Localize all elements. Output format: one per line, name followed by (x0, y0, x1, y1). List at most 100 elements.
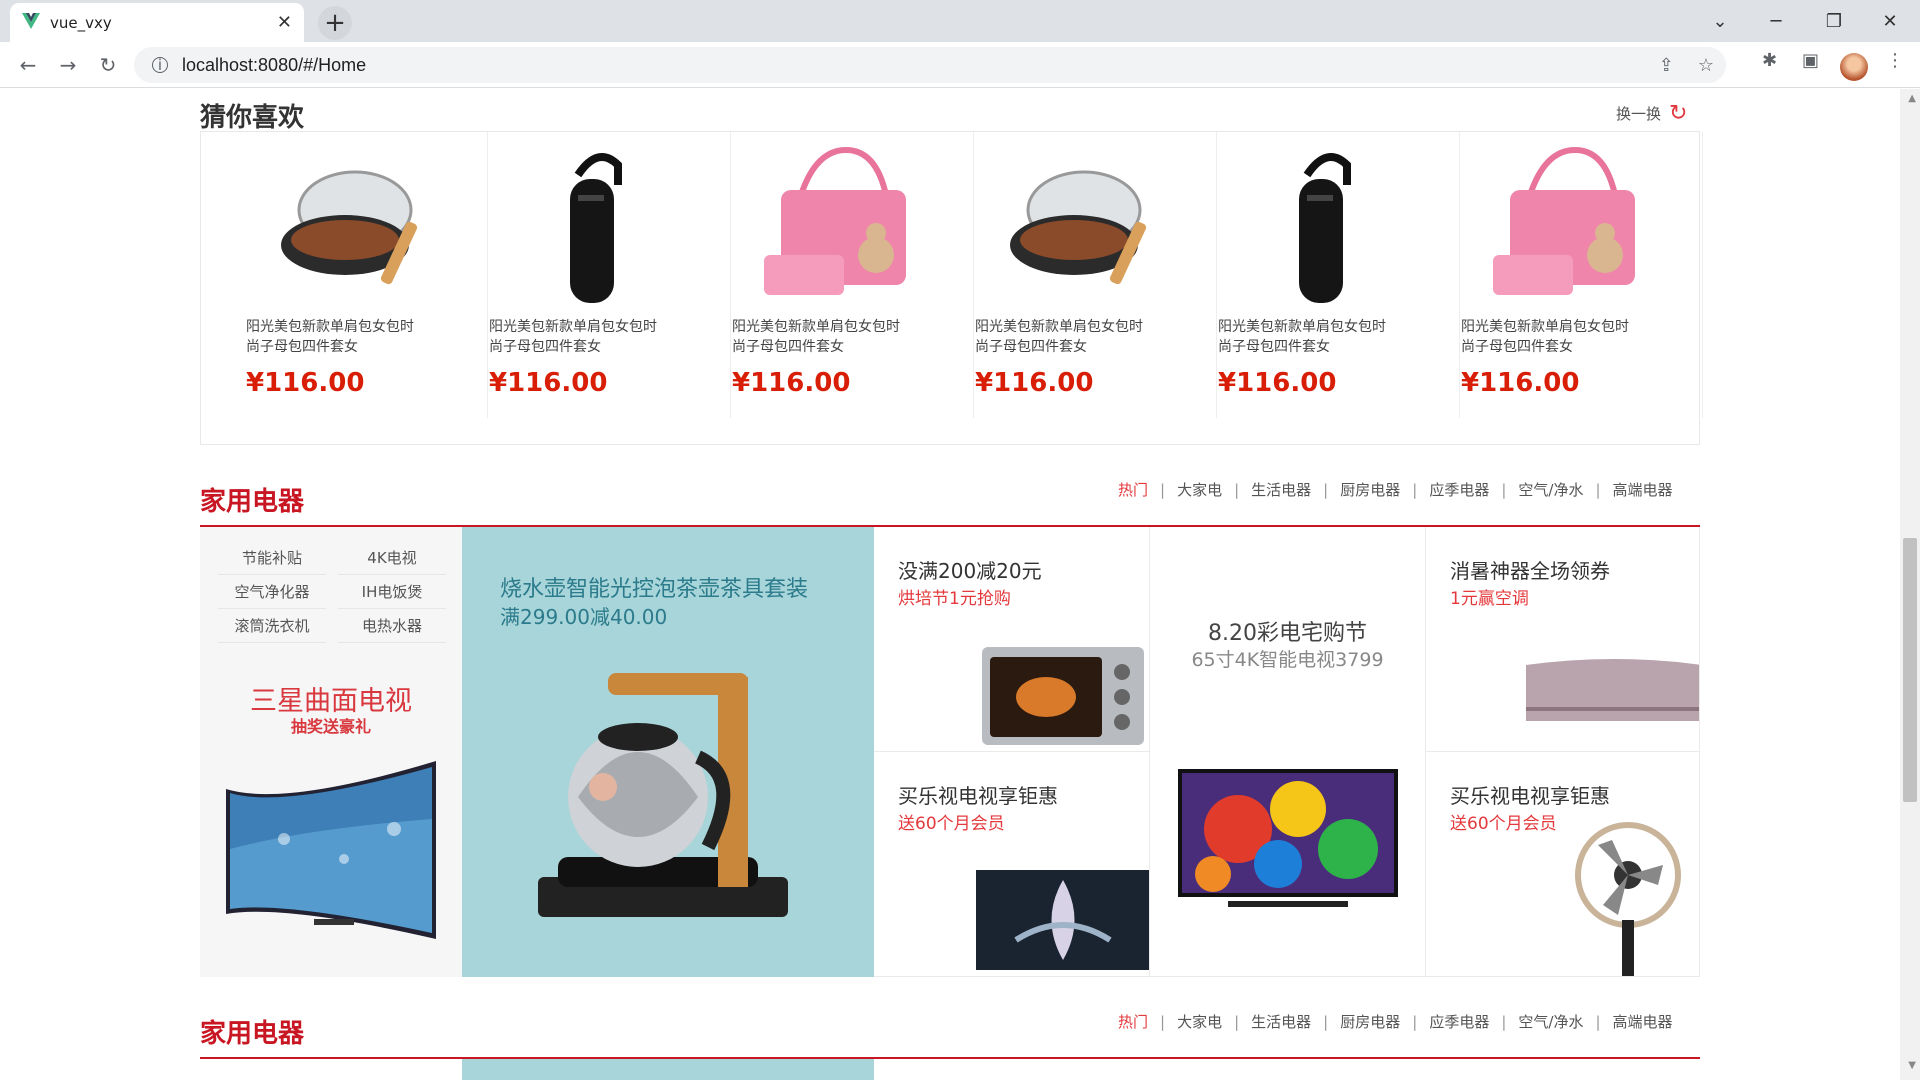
section-tab[interactable]: 热门 (1118, 479, 1148, 500)
section2-title: 家用电器 (200, 1019, 305, 1049)
guess-box: 阳光美包新款单肩包女包时尚子母包四件套女 ¥116.00 阳光美包新款单肩包女包时尚… (200, 131, 1703, 445)
tab-separator: | (1595, 1012, 1601, 1031)
cell-title: 消暑神器全场领券 (1450, 559, 1610, 583)
pink-handbag-icon (1485, 142, 1655, 307)
section-tabs: 热门 | 大家电 | 生活电器 | 厨房电器 | 应季电器 | 空气/净水 | 高端电器 (1118, 479, 1673, 500)
section2-grid-top (200, 1059, 1700, 1080)
bookmark-star-icon[interactable]: ☆ (1698, 55, 1714, 76)
url-text: localhost:8080/#/Home (182, 54, 367, 75)
restore-icon[interactable]: ❐ (1806, 0, 1862, 42)
section-tab[interactable]: 应季电器 (1429, 1011, 1489, 1032)
cell-sub: 烘培节1元抢购 (898, 589, 1011, 609)
section-tab[interactable]: 厨房电器 (1340, 1011, 1400, 1032)
section-tab[interactable]: 空气/净水 (1518, 1011, 1583, 1032)
vue-logo-icon (22, 12, 40, 33)
scroll-up-icon[interactable]: ▲ (1908, 93, 1916, 104)
keyword-link[interactable]: 滚筒洗衣机 (218, 609, 326, 643)
wok-pan-icon (270, 142, 440, 307)
section-tab[interactable]: 厨房电器 (1340, 479, 1400, 500)
bluetooth-headset-icon (1242, 142, 1412, 307)
tab-separator: | (1234, 480, 1240, 499)
guess-item[interactable]: 阳光美包新款单肩包女包时尚子母包四件套女 ¥116.00 (1217, 132, 1460, 418)
guess-item[interactable]: 阳光美包新款单肩包女包时尚子母包四件套女 ¥116.00 (1460, 132, 1703, 418)
scroll-down-icon[interactable]: ▼ (1908, 1060, 1916, 1071)
cell-sub: 65寸4K智能电视3799 (1191, 649, 1384, 671)
product-price: ¥116.00 (1218, 368, 1337, 398)
reload-icon[interactable]: ↻ (88, 45, 128, 85)
forward-icon[interactable]: → (48, 45, 88, 85)
guess-item[interactable]: 阳光美包新款单肩包女包时尚子母包四件套女 ¥116.00 (731, 132, 974, 418)
profile-avatar[interactable] (1840, 53, 1868, 81)
cell-title: 没满200减20元 (898, 559, 1042, 583)
keyword-link[interactable]: 空气净化器 (218, 575, 326, 609)
extensions-icon[interactable]: ✱ (1762, 50, 1777, 71)
keyword-link[interactable]: 电热水器 (338, 609, 446, 643)
side-panel-icon[interactable]: ▣ (1802, 50, 1819, 71)
promo-cell-aircon[interactable]: 消暑神器全场领券 1元赢空调 (1426, 527, 1700, 752)
section-title: 家用电器 (200, 487, 305, 517)
section2-tabs: 热门 | 大家电 | 生活电器 | 厨房电器 | 应季电器 | 空气/净水 | 高端电器 (1118, 1011, 1673, 1032)
section-tab[interactable]: 空气/净水 (1518, 479, 1583, 500)
tab-separator: | (1323, 1012, 1329, 1031)
tab-separator: | (1412, 480, 1418, 499)
tab-search-icon[interactable]: ⌄ (1692, 0, 1748, 42)
promo-cell-letv-2[interactable]: 买乐视电视享钜惠 送60个月会员 (1426, 752, 1700, 977)
tab-separator: | (1234, 1012, 1240, 1031)
share-icon[interactable]: ⇪ (1659, 55, 1674, 76)
cell-sub: 送60个月会员 (898, 814, 1005, 834)
address-bar[interactable]: i localhost:8080/#/Home ⇪ ☆ (134, 47, 1726, 83)
cell-sub: 1元赢空调 (1450, 589, 1529, 609)
air-conditioner-image (1526, 657, 1699, 725)
new-tab-button[interactable]: + (318, 6, 352, 40)
close-window-icon[interactable]: ✕ (1862, 0, 1918, 42)
bluetooth-headset-icon (513, 142, 683, 307)
guess-title: 猜你喜欢 (200, 103, 305, 133)
section-tab[interactable]: 热门 (1118, 1011, 1148, 1032)
fan-image (1568, 820, 1688, 976)
site-info-icon[interactable]: i (152, 56, 168, 74)
guess-item[interactable]: 阳光美包新款单肩包女包时尚子母包四件套女 ¥116.00 (974, 132, 1217, 418)
product-name: 阳光美包新款单肩包女包时尚子母包四件套女 (975, 319, 1143, 355)
section-tab[interactable]: 生活电器 (1251, 1011, 1311, 1032)
center-promo-title: 烧水壶智能光控泡茶壶茶具套装 (500, 577, 809, 602)
scrollbar-thumb[interactable] (1903, 538, 1917, 802)
browser-toolbar: ← → ↻ i localhost:8080/#/Home ⇪ ☆ ✱ ▣ ⋮ (0, 42, 1920, 88)
keyword-link[interactable]: 4K电视 (338, 541, 446, 575)
back-icon[interactable]: ← (8, 45, 48, 85)
refresh-button[interactable]: 换一换 ↻ (1616, 101, 1687, 126)
section-tab[interactable]: 大家电 (1177, 479, 1222, 500)
section-tab[interactable]: 生活电器 (1251, 479, 1311, 500)
section-tab[interactable]: 应季电器 (1429, 479, 1489, 500)
product-price: ¥116.00 (975, 368, 1094, 398)
promo-cell-tv-festival[interactable]: 8.20彩电宅购节 65寸4K智能电视3799 (1150, 527, 1426, 977)
keyword-link[interactable]: IH电饭煲 (338, 575, 446, 609)
product-name: 阳光美包新款单肩包女包时尚子母包四件套女 (246, 319, 414, 355)
section-tab[interactable]: 大家电 (1177, 1011, 1222, 1032)
section-tab[interactable]: 高端电器 (1613, 1011, 1673, 1032)
product-name: 阳光美包新款单肩包女包时尚子母包四件套女 (489, 319, 657, 355)
oven-image (982, 647, 1144, 751)
section-tab[interactable]: 高端电器 (1613, 479, 1673, 500)
browser-tab[interactable]: vue_vxy ✕ (10, 3, 304, 42)
close-tab-icon[interactable]: ✕ (277, 12, 292, 33)
center-promo-column[interactable]: 烧水壶智能光控泡茶壶茶具套装 满299.00减40.00 (462, 527, 874, 977)
keyword-link[interactable]: 节能补贴 (218, 541, 326, 575)
menu-icon[interactable]: ⋮ (1886, 50, 1904, 71)
refresh-icon: ↻ (1669, 101, 1688, 126)
promo-cell-oven[interactable]: 没满200减20元 烘培节1元抢购 (874, 527, 1150, 752)
promo-cell-letv-1[interactable]: 买乐视电视享钜惠 送60个月会员 (874, 752, 1150, 977)
cell-title: 买乐视电视享钜惠 (898, 784, 1058, 808)
product-price: ¥116.00 (246, 368, 365, 398)
appliance-grid: 节能补贴 4K电视 空气净化器 IH电饭煲 滚筒洗衣机 电热水器 三星曲面电视 抽奖送豪礼… (200, 527, 1700, 977)
tab-title: vue_vxy (50, 13, 112, 32)
wok-pan-icon (999, 142, 1169, 307)
minimize-icon[interactable]: ─ (1748, 0, 1804, 42)
guess-list: 阳光美包新款单肩包女包时尚子母包四件套女 ¥116.00 阳光美包新款单肩包女包时尚… (245, 132, 1703, 418)
cell-sub: 送60个月会员 (1450, 814, 1557, 834)
guess-item[interactable]: 阳光美包新款单肩包女包时尚子母包四件套女 ¥116.00 (245, 132, 488, 418)
product-price: ¥116.00 (732, 368, 851, 398)
curved-tv-image[interactable] (224, 759, 438, 963)
guess-item[interactable]: 阳光美包新款单肩包女包时尚子母包四件套女 ¥116.00 (488, 132, 731, 418)
pink-handbag-icon (756, 142, 926, 307)
product-price: ¥116.00 (1461, 368, 1580, 398)
